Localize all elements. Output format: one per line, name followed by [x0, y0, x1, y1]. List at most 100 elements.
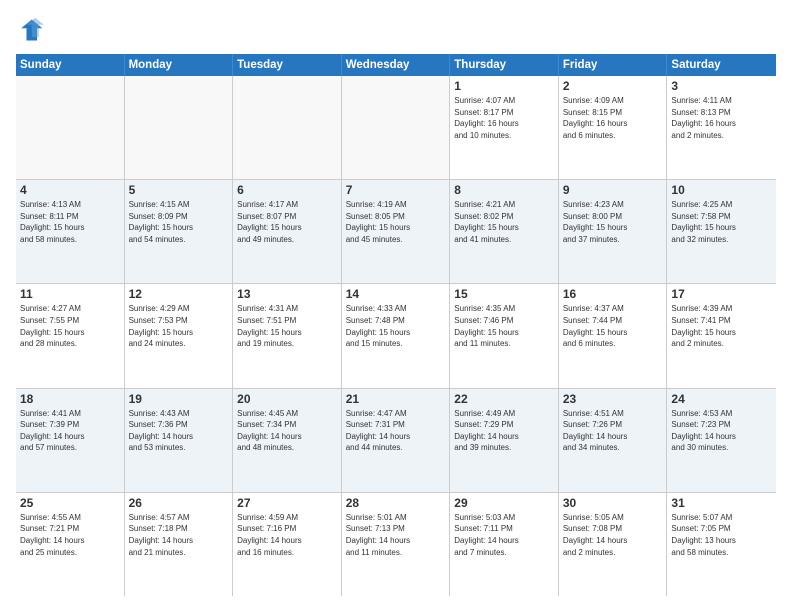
- day-number: 9: [563, 183, 663, 197]
- day-info: Sunrise: 4:31 AM Sunset: 7:51 PM Dayligh…: [237, 303, 337, 349]
- day-cell-9: 9 Sunrise: 4:23 AM Sunset: 8:00 PM Daylig…: [559, 180, 668, 283]
- empty-cell: [16, 76, 125, 179]
- header-day-friday: Friday: [559, 54, 668, 76]
- day-info: Sunrise: 5:03 AM Sunset: 7:11 PM Dayligh…: [454, 512, 554, 558]
- day-number: 7: [346, 183, 446, 197]
- day-cell-25: 25 Sunrise: 4:55 AM Sunset: 7:21 PM Dayli…: [16, 493, 125, 596]
- day-info: Sunrise: 4:23 AM Sunset: 8:00 PM Dayligh…: [563, 199, 663, 245]
- day-info: Sunrise: 4:17 AM Sunset: 8:07 PM Dayligh…: [237, 199, 337, 245]
- empty-cell: [233, 76, 342, 179]
- day-info: Sunrise: 4:51 AM Sunset: 7:26 PM Dayligh…: [563, 408, 663, 454]
- day-cell-18: 18 Sunrise: 4:41 AM Sunset: 7:39 PM Dayli…: [16, 389, 125, 492]
- calendar-header: SundayMondayTuesdayWednesdayThursdayFrid…: [16, 54, 776, 76]
- week-row-4: 18 Sunrise: 4:41 AM Sunset: 7:39 PM Dayli…: [16, 389, 776, 493]
- day-cell-5: 5 Sunrise: 4:15 AM Sunset: 8:09 PM Daylig…: [125, 180, 234, 283]
- header-day-sunday: Sunday: [16, 54, 125, 76]
- day-number: 19: [129, 392, 229, 406]
- day-info: Sunrise: 4:15 AM Sunset: 8:09 PM Dayligh…: [129, 199, 229, 245]
- header-day-thursday: Thursday: [450, 54, 559, 76]
- day-info: Sunrise: 4:37 AM Sunset: 7:44 PM Dayligh…: [563, 303, 663, 349]
- day-cell-1: 1 Sunrise: 4:07 AM Sunset: 8:17 PM Daylig…: [450, 76, 559, 179]
- header-day-wednesday: Wednesday: [342, 54, 451, 76]
- day-number: 2: [563, 79, 663, 93]
- day-number: 26: [129, 496, 229, 510]
- day-number: 15: [454, 287, 554, 301]
- day-info: Sunrise: 4:29 AM Sunset: 7:53 PM Dayligh…: [129, 303, 229, 349]
- day-cell-29: 29 Sunrise: 5:03 AM Sunset: 7:11 PM Dayli…: [450, 493, 559, 596]
- day-cell-6: 6 Sunrise: 4:17 AM Sunset: 8:07 PM Daylig…: [233, 180, 342, 283]
- day-info: Sunrise: 4:43 AM Sunset: 7:36 PM Dayligh…: [129, 408, 229, 454]
- day-number: 21: [346, 392, 446, 406]
- day-number: 12: [129, 287, 229, 301]
- week-row-5: 25 Sunrise: 4:55 AM Sunset: 7:21 PM Dayli…: [16, 493, 776, 596]
- day-number: 8: [454, 183, 554, 197]
- day-number: 20: [237, 392, 337, 406]
- day-info: Sunrise: 4:19 AM Sunset: 8:05 PM Dayligh…: [346, 199, 446, 245]
- day-number: 24: [671, 392, 772, 406]
- day-info: Sunrise: 4:33 AM Sunset: 7:48 PM Dayligh…: [346, 303, 446, 349]
- day-cell-20: 20 Sunrise: 4:45 AM Sunset: 7:34 PM Dayli…: [233, 389, 342, 492]
- header-day-saturday: Saturday: [667, 54, 776, 76]
- header: [16, 16, 776, 44]
- day-info: Sunrise: 4:35 AM Sunset: 7:46 PM Dayligh…: [454, 303, 554, 349]
- day-number: 30: [563, 496, 663, 510]
- day-info: Sunrise: 5:01 AM Sunset: 7:13 PM Dayligh…: [346, 512, 446, 558]
- day-number: 29: [454, 496, 554, 510]
- day-info: Sunrise: 4:09 AM Sunset: 8:15 PM Dayligh…: [563, 95, 663, 141]
- day-info: Sunrise: 5:07 AM Sunset: 7:05 PM Dayligh…: [671, 512, 772, 558]
- day-number: 25: [20, 496, 120, 510]
- day-cell-17: 17Sunrise: 4:39 AM Sunset: 7:41 PM Dayli…: [667, 284, 776, 387]
- day-cell-7: 7 Sunrise: 4:19 AM Sunset: 8:05 PM Daylig…: [342, 180, 451, 283]
- week-row-3: 11 Sunrise: 4:27 AM Sunset: 7:55 PM Dayli…: [16, 284, 776, 388]
- day-number: 18: [20, 392, 120, 406]
- logo-icon: [16, 16, 44, 44]
- day-cell-15: 15 Sunrise: 4:35 AM Sunset: 7:46 PM Dayli…: [450, 284, 559, 387]
- day-cell-13: 13 Sunrise: 4:31 AM Sunset: 7:51 PM Dayli…: [233, 284, 342, 387]
- day-cell-11: 11 Sunrise: 4:27 AM Sunset: 7:55 PM Dayli…: [16, 284, 125, 387]
- day-cell-2: 2 Sunrise: 4:09 AM Sunset: 8:15 PM Daylig…: [559, 76, 668, 179]
- day-cell-23: 23Sunrise: 4:51 AM Sunset: 7:26 PM Dayli…: [559, 389, 668, 492]
- header-day-monday: Monday: [125, 54, 234, 76]
- day-cell-22: 22Sunrise: 4:49 AM Sunset: 7:29 PM Dayli…: [450, 389, 559, 492]
- calendar-body: 1 Sunrise: 4:07 AM Sunset: 8:17 PM Daylig…: [16, 76, 776, 596]
- day-number: 3: [671, 79, 772, 93]
- day-cell-16: 16 Sunrise: 4:37 AM Sunset: 7:44 PM Dayli…: [559, 284, 668, 387]
- day-info: Sunrise: 4:39 AM Sunset: 7:41 PM Dayligh…: [671, 303, 772, 349]
- day-info: Sunrise: 4:25 AM Sunset: 7:58 PM Dayligh…: [671, 199, 772, 245]
- logo: [16, 16, 48, 44]
- day-number: 6: [237, 183, 337, 197]
- day-cell-19: 19 Sunrise: 4:43 AM Sunset: 7:36 PM Dayli…: [125, 389, 234, 492]
- day-number: 13: [237, 287, 337, 301]
- day-info: Sunrise: 4:55 AM Sunset: 7:21 PM Dayligh…: [20, 512, 120, 558]
- week-row-1: 1 Sunrise: 4:07 AM Sunset: 8:17 PM Daylig…: [16, 76, 776, 180]
- day-info: Sunrise: 4:41 AM Sunset: 7:39 PM Dayligh…: [20, 408, 120, 454]
- day-cell-10: 10 Sunrise: 4:25 AM Sunset: 7:58 PM Dayli…: [667, 180, 776, 283]
- day-info: Sunrise: 4:27 AM Sunset: 7:55 PM Dayligh…: [20, 303, 120, 349]
- day-cell-8: 8 Sunrise: 4:21 AM Sunset: 8:02 PM Daylig…: [450, 180, 559, 283]
- day-cell-14: 14Sunrise: 4:33 AM Sunset: 7:48 PM Dayli…: [342, 284, 451, 387]
- day-info: Sunrise: 4:47 AM Sunset: 7:31 PM Dayligh…: [346, 408, 446, 454]
- empty-cell: [342, 76, 451, 179]
- day-number: 10: [671, 183, 772, 197]
- day-number: 16: [563, 287, 663, 301]
- day-cell-21: 21 Sunrise: 4:47 AM Sunset: 7:31 PM Dayli…: [342, 389, 451, 492]
- day-cell-28: 28 Sunrise: 5:01 AM Sunset: 7:13 PM Dayli…: [342, 493, 451, 596]
- day-info: Sunrise: 4:21 AM Sunset: 8:02 PM Dayligh…: [454, 199, 554, 245]
- day-cell-26: 26Sunrise: 4:57 AM Sunset: 7:18 PM Dayli…: [125, 493, 234, 596]
- day-number: 5: [129, 183, 229, 197]
- day-info: Sunrise: 4:07 AM Sunset: 8:17 PM Dayligh…: [454, 95, 554, 141]
- day-number: 31: [671, 496, 772, 510]
- day-cell-31: 31 Sunrise: 5:07 AM Sunset: 7:05 PM Dayli…: [667, 493, 776, 596]
- day-cell-4: 4Sunrise: 4:13 AM Sunset: 8:11 PM Daylig…: [16, 180, 125, 283]
- calendar: SundayMondayTuesdayWednesdayThursdayFrid…: [16, 54, 776, 596]
- day-cell-3: 3 Sunrise: 4:11 AM Sunset: 8:13 PM Daylig…: [667, 76, 776, 179]
- day-info: Sunrise: 4:11 AM Sunset: 8:13 PM Dayligh…: [671, 95, 772, 141]
- day-number: 4: [20, 183, 120, 197]
- day-info: Sunrise: 4:53 AM Sunset: 7:23 PM Dayligh…: [671, 408, 772, 454]
- day-info: Sunrise: 4:49 AM Sunset: 7:29 PM Dayligh…: [454, 408, 554, 454]
- day-number: 28: [346, 496, 446, 510]
- day-number: 1: [454, 79, 554, 93]
- day-info: Sunrise: 4:45 AM Sunset: 7:34 PM Dayligh…: [237, 408, 337, 454]
- day-cell-12: 12 Sunrise: 4:29 AM Sunset: 7:53 PM Dayli…: [125, 284, 234, 387]
- day-number: 11: [20, 287, 120, 301]
